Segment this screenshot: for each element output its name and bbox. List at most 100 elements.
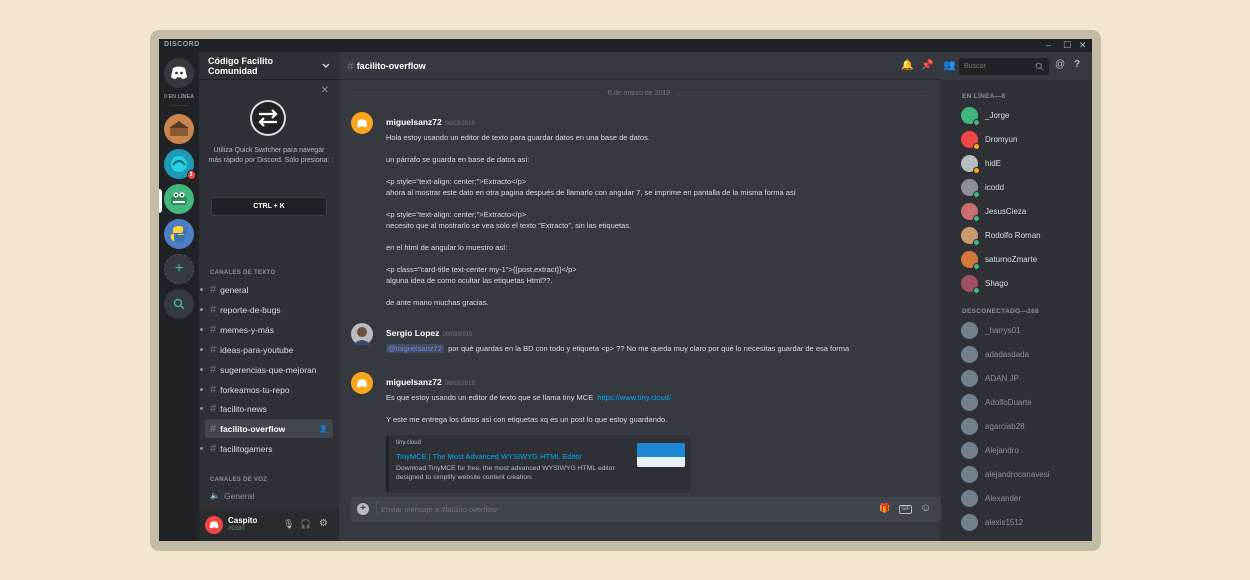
avatar <box>961 441 978 459</box>
avatar <box>961 154 980 174</box>
avatar[interactable] <box>351 112 373 134</box>
message-time: 06/03/2019 <box>444 121 475 127</box>
message-link[interactable]: https://www.tiny.cloud/ <box>597 393 671 402</box>
member-item[interactable]: alexis1512 <box>961 512 1091 532</box>
channel-ideas-para-youtube[interactable]: # ideas-para-youtube <box>200 340 333 359</box>
search-input[interactable] <box>964 60 1034 73</box>
channel-facilito-overflow[interactable]: # facilito-overflow 👤 <box>205 419 333 438</box>
server-discovery-button[interactable] <box>164 289 194 319</box>
member-item[interactable]: adadasdada <box>961 344 1091 364</box>
member-item[interactable]: alejandrocanavesi <box>961 464 1091 484</box>
server-icon-python[interactable] <box>164 219 194 249</box>
hash-icon: # <box>210 283 217 296</box>
member-item[interactable]: ADAN JP <box>961 368 1091 388</box>
server-icon-2[interactable]: 1 <box>164 149 196 180</box>
discord-window: DISCORD – ☐ ✕ 0 EN LÍNEA 1 + Código Faci… <box>159 39 1092 541</box>
avatar <box>961 513 978 531</box>
member-item[interactable]: Alejandro <box>961 440 1091 460</box>
member-item[interactable]: Dromyun <box>961 129 1091 150</box>
avatar <box>961 321 978 339</box>
channel-general[interactable]: # general <box>200 280 333 299</box>
member-item[interactable]: Alexander <box>961 488 1091 508</box>
message-author[interactable]: miguelsanz72 <box>386 377 442 387</box>
avatar[interactable] <box>351 372 373 394</box>
message-time: 06/03/2019 <box>442 332 473 338</box>
user-mention[interactable]: @miguelsanz72 <box>386 344 444 353</box>
quick-switcher-text: Utiliza Quick Switcher para navegar más … <box>208 147 330 164</box>
emoji-icon[interactable]: ☺ <box>920 502 931 514</box>
avatar <box>961 489 978 507</box>
avatar <box>961 130 980 150</box>
message-time: 06/03/2019 <box>444 381 475 387</box>
voice-channel-general[interactable]: 🔈 General <box>205 486 333 505</box>
channel-facilitogamers[interactable]: # facilitogamers <box>200 439 333 458</box>
channel-facilito-news[interactable]: # facilito-news <box>200 399 333 418</box>
add-server-button[interactable]: + <box>164 254 194 284</box>
channel-forkeamos-tu-repo[interactable]: # forkeamos-tu-repo <box>200 380 333 399</box>
member-item[interactable]: Shago <box>961 273 1091 294</box>
voice-channels-category[interactable]: CANALES DE VOZ <box>199 477 339 483</box>
avatar <box>961 226 980 246</box>
avatar <box>961 106 980 126</box>
gear-icon[interactable]: ⚙ <box>319 518 328 529</box>
avatar[interactable] <box>205 516 223 534</box>
avatar <box>961 345 978 363</box>
avatar <box>961 369 978 387</box>
status-indicator <box>973 214 980 222</box>
channel-reporte-de-bugs[interactable]: # reporte-de-bugs <box>200 300 333 319</box>
avatar <box>961 274 980 294</box>
server-icon-1[interactable] <box>164 114 194 144</box>
member-item[interactable]: hidE <box>961 153 1091 174</box>
channel-memes-y-mas[interactable]: # memes-y-más <box>200 320 333 339</box>
pin-icon[interactable]: 📌 <box>921 60 933 71</box>
member-item[interactable]: Rodolfo Roman <box>961 225 1091 246</box>
embed-thumbnail[interactable] <box>637 443 685 467</box>
channel-title: facilito-overflow <box>356 60 426 71</box>
members-list-icon[interactable]: 👥 <box>943 60 955 71</box>
hash-icon: # <box>210 363 217 376</box>
member-item[interactable]: icodd <box>961 177 1091 198</box>
member-item[interactable]: AdolfoDuarte <box>961 392 1091 412</box>
close-icon[interactable]: ✕ <box>321 85 329 96</box>
member-item[interactable]: _harrys01 <box>961 320 1091 340</box>
search-box[interactable] <box>959 58 1049 75</box>
notification-badge: 1 <box>186 170 196 180</box>
message-author[interactable]: miguelsanz72 <box>386 117 442 127</box>
bell-icon[interactable]: 🔔 <box>901 60 913 71</box>
username: Caspito <box>228 516 258 525</box>
text-channels-category[interactable]: CANALES DE TEXTO <box>199 270 339 276</box>
server-header[interactable]: Código Facilito Comunidad <box>199 52 339 80</box>
status-indicator <box>973 166 980 174</box>
avatar <box>961 178 980 198</box>
embed-title[interactable]: TinyMCE | The Most Advanced WYSIWYG HTML… <box>396 452 626 461</box>
avatar <box>961 250 980 270</box>
chat-area: # facilito-overflow 🔔 📌 6 de marzo de 20… <box>339 52 949 541</box>
home-button[interactable] <box>164 58 194 88</box>
member-list: EN LÍNEA—8 _Jorge Dromyun hidE icodd Jes… <box>941 80 1092 541</box>
maximize-button[interactable]: ☐ <box>1063 39 1071 52</box>
microphone-icon[interactable]: 🎙 <box>283 519 294 530</box>
avatar <box>961 202 980 222</box>
server-icon-codigo-facilito[interactable] <box>164 184 194 214</box>
title-bar: DISCORD – ☐ ✕ <box>159 39 1092 52</box>
avatar[interactable] <box>351 323 373 345</box>
upload-plus-icon[interactable]: + <box>357 503 369 515</box>
invite-icon[interactable]: 👤 <box>319 425 328 433</box>
hash-icon: # <box>210 383 217 396</box>
mentions-icon[interactable]: @ <box>1055 59 1065 70</box>
gif-icon[interactable]: GIF <box>899 505 912 514</box>
help-icon[interactable]: ? <box>1074 59 1080 70</box>
hash-icon: # <box>210 402 217 415</box>
member-item[interactable]: agarciab28 <box>961 416 1091 436</box>
member-item[interactable]: JesusCieza <box>961 201 1091 222</box>
channel-header: # facilito-overflow <box>339 52 941 80</box>
minimize-button[interactable]: – <box>1046 39 1051 52</box>
channel-sugerencias-que-mejoran[interactable]: # sugerencias-que-mejoran <box>200 360 333 379</box>
close-window-button[interactable]: ✕ <box>1079 39 1087 52</box>
member-item[interactable]: saturnoZmarte <box>961 249 1091 270</box>
member-item[interactable]: _Jorge <box>961 105 1091 126</box>
message-input[interactable] <box>381 502 801 517</box>
headphones-icon[interactable]: 🎧 <box>300 519 311 530</box>
message-author[interactable]: Sergio Lopez <box>386 328 439 338</box>
gift-icon[interactable]: 🎁 <box>879 503 890 514</box>
